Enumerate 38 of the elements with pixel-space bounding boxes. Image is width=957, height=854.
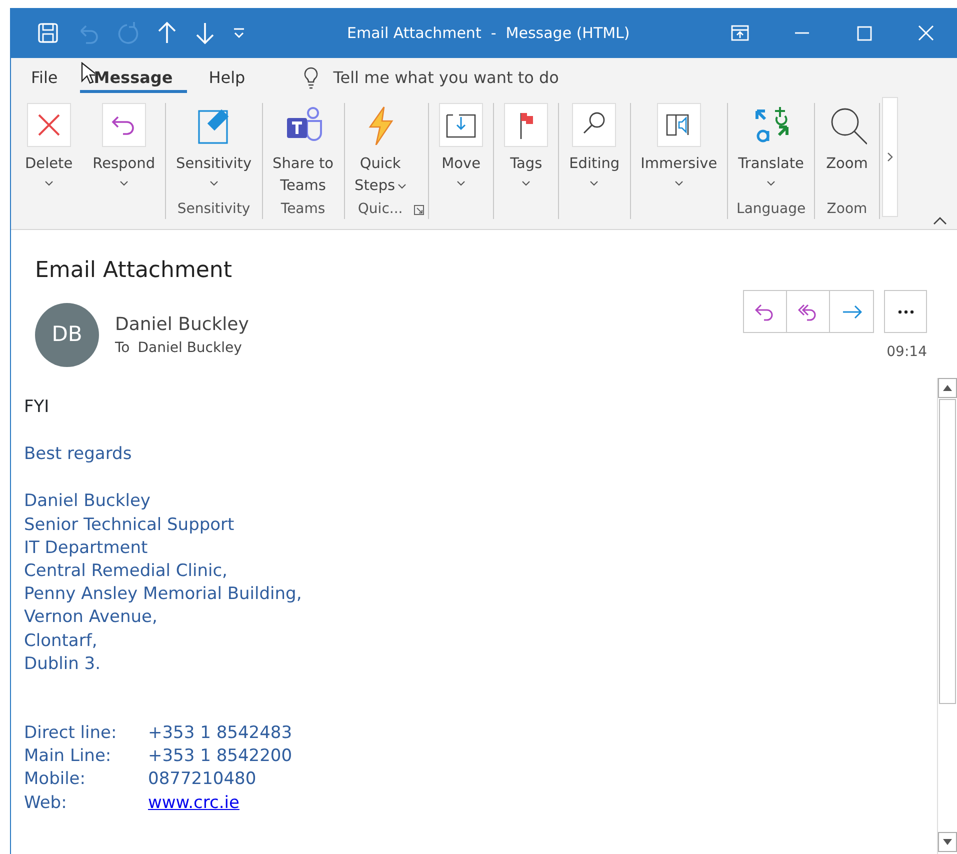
sender-name: Daniel Buckley (115, 313, 249, 337)
ribbon-button[interactable]: Quick Steps (350, 103, 410, 199)
ribbon-button[interactable]: Move (435, 103, 488, 199)
ribbon-button[interactable]: Translate (734, 103, 808, 199)
ribbon-button[interactable]: Share to Teams (268, 103, 338, 199)
message-subject: Email Attachment (35, 257, 234, 285)
contact-label: Web: (24, 792, 68, 815)
contact-label: Main Line: (24, 745, 112, 768)
contact-label: Direct line: (24, 722, 118, 746)
ribbon-button[interactable]: Tags (500, 103, 552, 199)
ribbon-button[interactable]: Zoom (820, 103, 873, 199)
ribbon-button[interactable]: Sensitivity (172, 103, 256, 199)
to-label: To (115, 339, 130, 358)
contact-value: +353 1 8542200 (148, 745, 292, 768)
avatar: DB (35, 303, 99, 367)
tell-me-search-field[interactable]: Tell me what you want to do (333, 66, 559, 90)
contact-value: +353 1 8542483 (148, 722, 292, 746)
closing-text: Best regards (24, 443, 133, 466)
group-label: Zoom (826, 200, 868, 219)
menu-tab[interactable]: Help (190, 58, 264, 97)
website-link[interactable]: www.crc.ie (148, 792, 240, 815)
contact-label: Mobile: (24, 768, 86, 792)
group-label: Language (736, 200, 807, 219)
menu-tab[interactable]: Message (76, 58, 191, 97)
group-label: Sensitivity (176, 200, 252, 219)
ribbon-button[interactable]: Respond (88, 103, 160, 199)
ribbon-button[interactable]: Immersive (636, 103, 722, 199)
group-label: Teams (280, 200, 326, 219)
ribbon-button[interactable]: Editing (565, 103, 624, 199)
menu-tab[interactable]: File (13, 58, 76, 97)
contact-value: 0877210480 (148, 768, 256, 792)
recipient-name: Daniel Buckley (138, 339, 242, 358)
body-text: FYI (24, 396, 50, 419)
signature-text: Daniel Buckley Senior Technical Support IT Department Central Remedial Clinic, Penny Ansley Memorial Building, Vernon Avenue, Clontarf, Dublin 3. (24, 490, 303, 676)
group-label: Quic... (356, 200, 404, 219)
window-title: Email Attachment - Message (HTML) (346, 22, 631, 44)
ribbon-button[interactable]: Delete (21, 103, 77, 199)
message-time: 09:14 (886, 343, 927, 362)
